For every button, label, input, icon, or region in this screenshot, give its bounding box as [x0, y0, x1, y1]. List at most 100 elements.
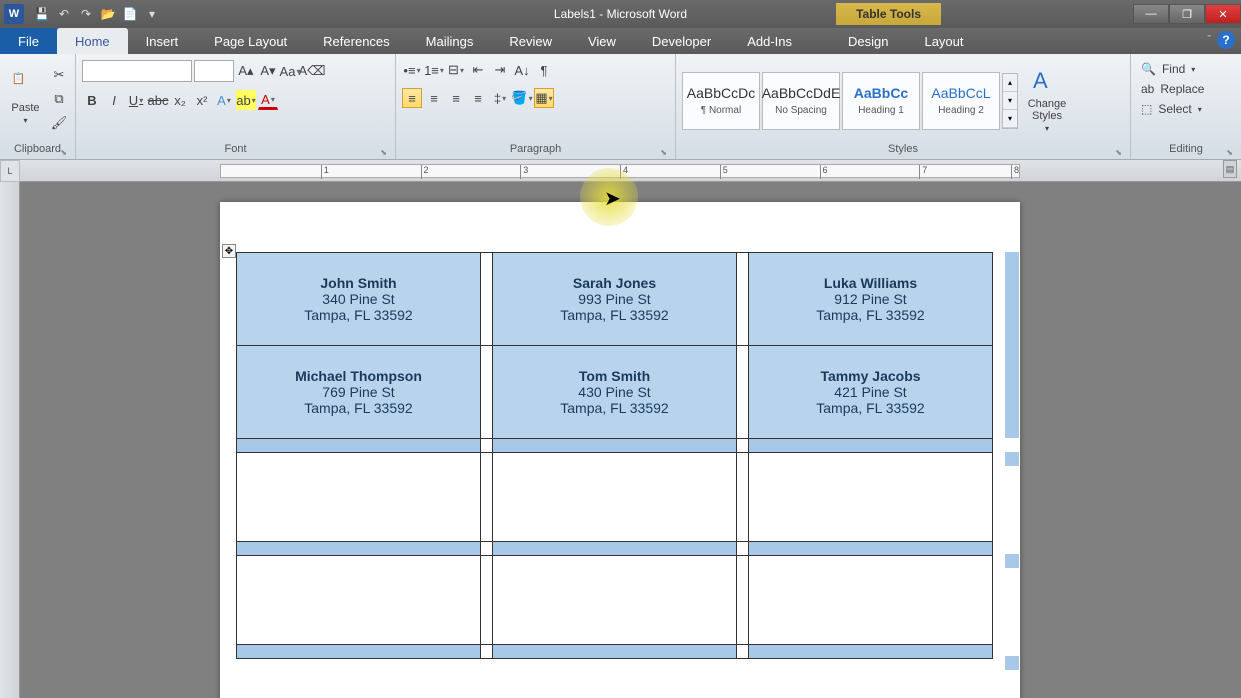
bullets-icon[interactable]: •≡: [402, 60, 422, 80]
bold-button[interactable]: B: [82, 90, 102, 110]
tab-home[interactable]: Home: [57, 28, 128, 54]
replace-icon: ab: [1141, 82, 1154, 96]
vertical-ruler[interactable]: [0, 182, 20, 698]
tab-view[interactable]: View: [570, 28, 634, 54]
line-spacing-icon[interactable]: ‡: [490, 88, 510, 108]
multilevel-list-icon[interactable]: ⊟: [446, 60, 466, 80]
text-effects-icon[interactable]: A: [214, 90, 234, 110]
replace-button[interactable]: abReplace: [1137, 80, 1208, 98]
change-case-icon[interactable]: Aa: [280, 61, 300, 81]
label-cell[interactable]: Michael Thompson 769 Pine St Tampa, FL 3…: [237, 346, 480, 438]
table-row[interactable]: [237, 645, 993, 659]
styles-gallery-nav[interactable]: ▴▾▾: [1002, 73, 1018, 129]
sort-icon[interactable]: A↓: [512, 60, 532, 80]
ribbon: 📋 Paste ▾ ✂ ⧉ 🖌 Clipboard A▴ A▾ Aa A⌫: [0, 54, 1241, 160]
open-icon[interactable]: 📂: [98, 4, 118, 24]
table-row[interactable]: [237, 556, 993, 645]
label-cell[interactable]: [493, 453, 736, 541]
styles-more-icon[interactable]: ▾: [1003, 110, 1017, 128]
justify-icon[interactable]: ≡: [468, 88, 488, 108]
clear-formatting-icon[interactable]: A⌫: [302, 61, 322, 81]
table-row[interactable]: [237, 453, 993, 542]
label-cell[interactable]: Sarah Jones 993 Pine St Tampa, FL 33592: [493, 253, 736, 345]
change-styles-button[interactable]: A Change Styles ▾: [1020, 66, 1074, 136]
table-row[interactable]: [237, 542, 993, 556]
label-cell[interactable]: [749, 556, 992, 644]
tab-selector[interactable]: L: [0, 160, 20, 182]
new-icon[interactable]: 📄: [120, 4, 140, 24]
table-row[interactable]: Michael Thompson 769 Pine St Tampa, FL 3…: [237, 346, 993, 439]
superscript-button[interactable]: x²: [192, 90, 212, 110]
find-button[interactable]: 🔍Find▾: [1137, 60, 1199, 78]
label-cell[interactable]: [749, 453, 992, 541]
label-cell[interactable]: [237, 453, 480, 541]
decrease-indent-icon[interactable]: ⇤: [468, 60, 488, 80]
label-cell[interactable]: John Smith 340 Pine St Tampa, FL 33592: [237, 253, 480, 345]
align-left-icon[interactable]: ≡: [402, 88, 422, 108]
cut-icon[interactable]: ✂: [49, 65, 69, 85]
collapse-ribbon-icon[interactable]: ˇ: [1207, 34, 1211, 46]
font-color-icon[interactable]: A: [258, 90, 278, 110]
ribbon-tabs: File Home Insert Page Layout References …: [0, 28, 1241, 54]
tab-mailings[interactable]: Mailings: [408, 28, 492, 54]
tab-addins[interactable]: Add-Ins: [729, 28, 810, 54]
style-heading-2[interactable]: AaBbCcLHeading 2: [922, 72, 1000, 130]
label-cell[interactable]: Tammy Jacobs 421 Pine St Tampa, FL 33592: [749, 346, 992, 438]
maximize-button[interactable]: ❐: [1169, 4, 1205, 24]
label-cell[interactable]: [237, 556, 480, 644]
tab-references[interactable]: References: [305, 28, 407, 54]
qat-more-icon[interactable]: ▾: [142, 4, 162, 24]
italic-button[interactable]: I: [104, 90, 124, 110]
highlight-icon[interactable]: ab: [236, 90, 256, 110]
align-center-icon[interactable]: ≡: [424, 88, 444, 108]
horizontal-ruler[interactable]: L 12 34 56 78 ▤: [20, 160, 1241, 182]
label-cell[interactable]: Luka Williams 912 Pine St Tampa, FL 3359…: [749, 253, 992, 345]
style-heading-1[interactable]: AaBbCcHeading 1: [842, 72, 920, 130]
redo-icon[interactable]: ↷: [76, 4, 96, 24]
increase-indent-icon[interactable]: ⇥: [490, 60, 510, 80]
tab-layout[interactable]: Layout: [906, 28, 981, 54]
tab-file[interactable]: File: [0, 28, 57, 54]
strikethrough-button[interactable]: abc: [148, 90, 168, 110]
copy-icon[interactable]: ⧉: [49, 89, 69, 109]
page[interactable]: John Smith 340 Pine St Tampa, FL 33592 S…: [220, 202, 1020, 698]
grow-font-icon[interactable]: A▴: [236, 61, 256, 81]
style-normal[interactable]: AaBbCcDc¶ Normal: [682, 72, 760, 130]
labels-table[interactable]: John Smith 340 Pine St Tampa, FL 33592 S…: [236, 252, 993, 659]
save-icon[interactable]: 💾: [32, 4, 52, 24]
label-name: Tom Smith: [579, 368, 650, 384]
label-street: 769 Pine St: [322, 384, 394, 400]
label-cell[interactable]: [493, 556, 736, 644]
help-icon[interactable]: ?: [1217, 31, 1235, 49]
label-cell[interactable]: Tom Smith 430 Pine St Tampa, FL 33592: [493, 346, 736, 438]
borders-icon[interactable]: ▦: [534, 88, 554, 108]
paste-button[interactable]: 📋 Paste ▾: [6, 64, 45, 134]
numbering-icon[interactable]: 1≡: [424, 60, 444, 80]
chevron-down-icon[interactable]: ▾: [1003, 92, 1017, 110]
align-right-icon[interactable]: ≡: [446, 88, 466, 108]
tab-design[interactable]: Design: [830, 28, 906, 54]
font-size-input[interactable]: [194, 60, 234, 82]
tab-developer[interactable]: Developer: [634, 28, 729, 54]
show-marks-icon[interactable]: ¶: [534, 60, 554, 80]
undo-icon[interactable]: ↶: [54, 4, 74, 24]
group-editing-label: Editing: [1137, 141, 1235, 159]
shading-icon[interactable]: 🪣: [512, 88, 532, 108]
table-move-handle-icon[interactable]: ✥: [222, 244, 236, 258]
tab-page-layout[interactable]: Page Layout: [196, 28, 305, 54]
style-no-spacing[interactable]: AaBbCcDdENo Spacing: [762, 72, 840, 130]
ruler-toggle-icon[interactable]: ▤: [1223, 160, 1237, 178]
select-button[interactable]: ⬚Select▾: [1137, 100, 1206, 118]
table-row[interactable]: [237, 439, 993, 453]
table-row[interactable]: John Smith 340 Pine St Tampa, FL 33592 S…: [237, 253, 993, 346]
format-painter-icon[interactable]: 🖌: [49, 113, 69, 133]
underline-button[interactable]: U: [126, 90, 146, 110]
tab-insert[interactable]: Insert: [128, 28, 197, 54]
minimize-button[interactable]: —: [1133, 4, 1169, 24]
chevron-up-icon[interactable]: ▴: [1003, 74, 1017, 92]
shrink-font-icon[interactable]: A▾: [258, 61, 278, 81]
subscript-button[interactable]: x₂: [170, 90, 190, 110]
close-button[interactable]: ✕: [1205, 4, 1241, 24]
tab-review[interactable]: Review: [491, 28, 570, 54]
font-name-input[interactable]: [82, 60, 192, 82]
